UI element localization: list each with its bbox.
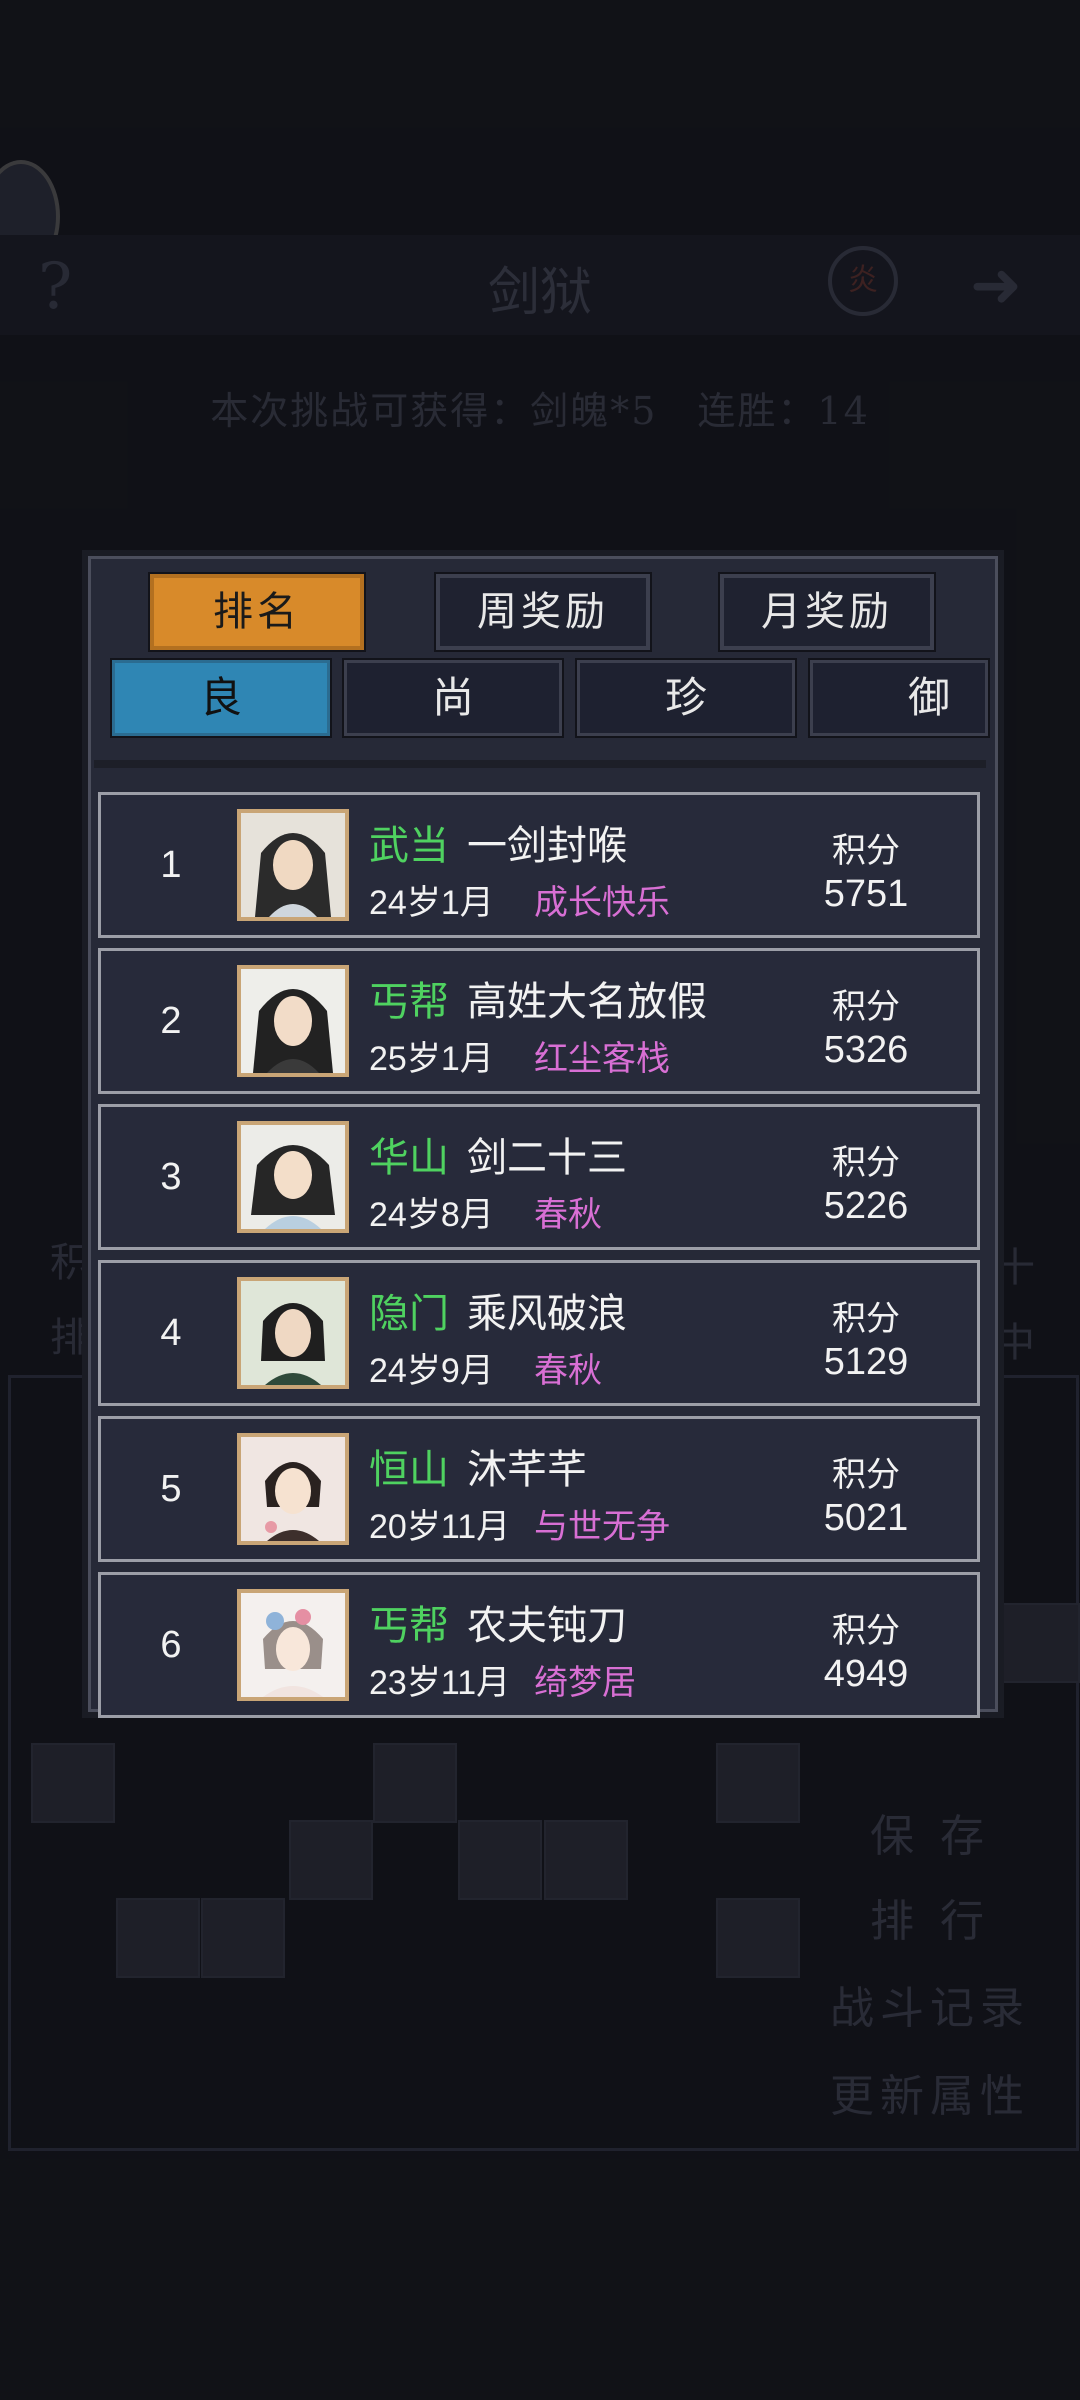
- guild-name: 与世无争: [534, 1508, 670, 1546]
- score-value: 5129: [823, 1341, 909, 1383]
- guild-name: 红尘客栈: [534, 1040, 670, 1078]
- tab-weekly-reward[interactable]: 周奖励: [434, 572, 652, 652]
- ranking-row[interactable]: 2 丐帮 高姓大名放假 25岁1月 红尘客栈 积分 5326: [98, 948, 980, 1094]
- guild-name: 成长快乐: [534, 884, 670, 922]
- score-value: 4949: [823, 1653, 909, 1695]
- ranking-row[interactable]: 4 隐门 乘风破浪 24岁9月 春秋 积分 5129: [98, 1260, 980, 1406]
- player-age: 23岁11月: [369, 1664, 511, 1702]
- player-portrait[interactable]: [237, 1589, 349, 1701]
- player-name: 一剑封喉: [467, 824, 627, 868]
- portrait-icon: [241, 1593, 345, 1697]
- tab-monthly-reward[interactable]: 月奖励: [718, 572, 936, 652]
- score-label: 积分: [832, 832, 900, 870]
- player-portrait[interactable]: [237, 965, 349, 1077]
- sect-name: 丐帮: [369, 1604, 449, 1648]
- portrait-icon: [241, 1125, 345, 1229]
- ranking-row[interactable]: 1 武当 一剑封喉 24岁1月 成长快乐 积分 5751: [98, 792, 980, 938]
- rank-number: 6: [160, 1624, 182, 1666]
- player-name: 沐芊芊: [467, 1448, 587, 1492]
- player-portrait[interactable]: [237, 1277, 349, 1389]
- tab-tier-shang[interactable]: 尚: [342, 658, 564, 738]
- player-name: 农夫钝刀: [467, 1604, 627, 1648]
- ranking-row[interactable]: 5 恒山 沐芊芊 20岁11月 与世无争 积分 5021: [98, 1416, 980, 1562]
- player-age: 24岁1月: [369, 884, 494, 922]
- tab-ranking[interactable]: 排名: [148, 572, 366, 652]
- rank-number: 3: [160, 1156, 182, 1198]
- score-value: 5021: [823, 1497, 909, 1539]
- tab-tier-liang[interactable]: 良: [110, 658, 332, 738]
- player-age: 24岁8月: [369, 1196, 494, 1234]
- sect-name: 丐帮: [369, 980, 449, 1024]
- player-name: 剑二十三: [467, 1136, 627, 1180]
- rank-number: 4: [160, 1312, 182, 1354]
- player-age: 24岁9月: [369, 1352, 494, 1390]
- ranking-row[interactable]: 3 华山 剑二十三 24岁8月 春秋 积分 5226: [98, 1104, 980, 1250]
- guild-name: 绮梦居: [534, 1664, 636, 1702]
- sect-name: 华山: [369, 1136, 449, 1180]
- player-portrait[interactable]: [237, 1433, 349, 1545]
- score-label: 积分: [832, 988, 900, 1026]
- guild-name: 春秋: [534, 1196, 602, 1234]
- score-label: 积分: [832, 1144, 900, 1182]
- player-portrait[interactable]: [237, 809, 349, 921]
- player-name: 乘风破浪: [467, 1292, 627, 1336]
- rank-number: 1: [160, 844, 182, 886]
- tab-tier-zhen[interactable]: 珍: [575, 658, 797, 738]
- score-label: 积分: [832, 1456, 900, 1494]
- player-name: 高姓大名放假: [467, 980, 707, 1024]
- score-label: 积分: [832, 1300, 900, 1338]
- score-value: 5751: [823, 873, 909, 915]
- sect-name: 恒山: [369, 1448, 449, 1492]
- score-label: 积分: [832, 1612, 900, 1650]
- player-portrait[interactable]: [237, 1121, 349, 1233]
- panel-divider: [94, 760, 986, 768]
- portrait-icon: [241, 1281, 345, 1385]
- score-value: 5226: [823, 1185, 909, 1227]
- sect-name: 武当: [369, 824, 449, 868]
- sect-name: 隐门: [369, 1292, 449, 1336]
- guild-name: 春秋: [534, 1352, 602, 1390]
- ranking-row[interactable]: 6 丐帮 农夫钝刀 23岁11月 绮梦居 积分 4949: [98, 1572, 980, 1718]
- ranking-list: 1 武当 一剑封喉 24岁1月 成长快乐 积分 5751 2 丐帮 高姓大名放假…: [98, 792, 982, 1728]
- tab-tier-yu[interactable]: 御: [808, 658, 990, 738]
- player-age: 20岁11月: [369, 1508, 511, 1546]
- portrait-icon: [241, 1437, 345, 1541]
- portrait-icon: [241, 813, 345, 917]
- player-age: 25岁1月: [369, 1040, 494, 1078]
- rank-number: 5: [160, 1468, 182, 1510]
- score-value: 5326: [823, 1029, 909, 1071]
- rank-number: 2: [160, 1000, 182, 1042]
- portrait-icon: [241, 969, 345, 1073]
